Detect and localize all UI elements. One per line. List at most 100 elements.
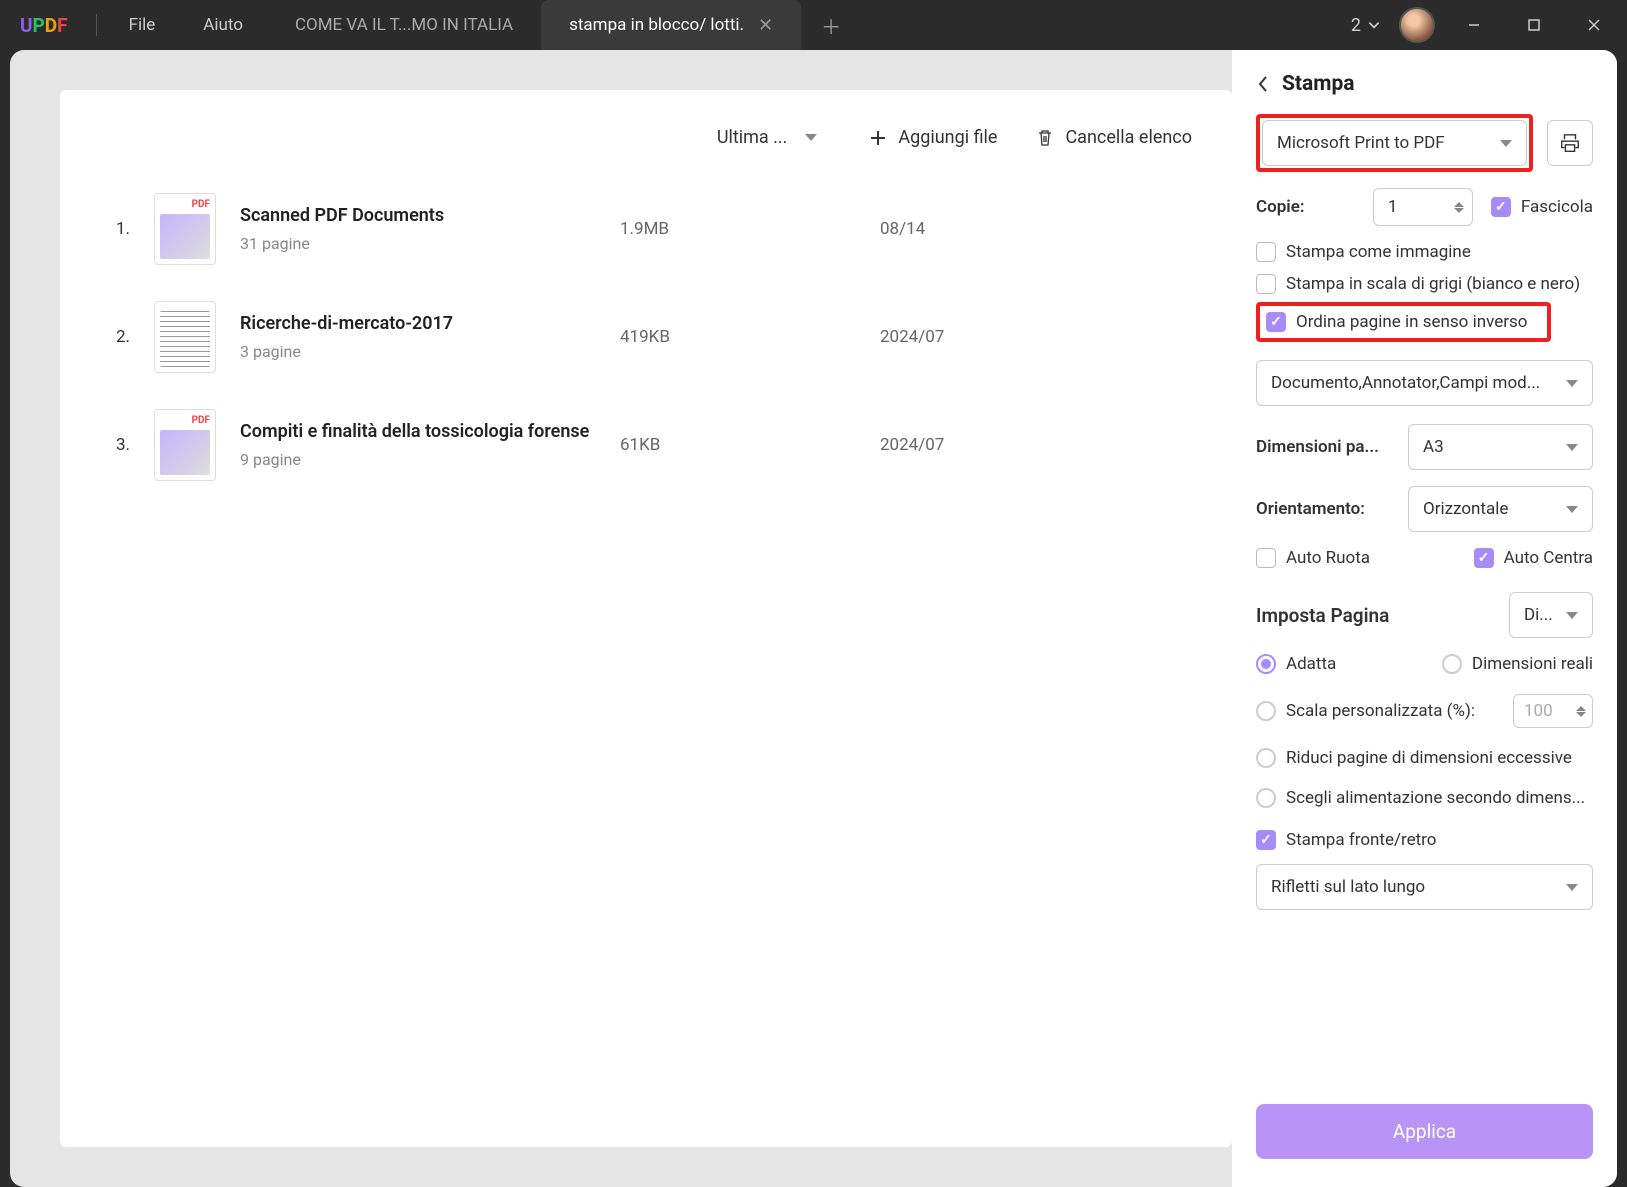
- radio-label: Scala personalizzata (%):: [1286, 701, 1475, 721]
- chevron-down-icon: [1500, 140, 1512, 147]
- chevron-down-icon: [1367, 18, 1381, 32]
- back-icon[interactable]: [1256, 75, 1270, 93]
- scale-input[interactable]: 100: [1513, 694, 1593, 728]
- print-as-image-checkbox[interactable]: Stampa come immagine: [1256, 242, 1593, 262]
- grayscale-checkbox[interactable]: Stampa in scala di grigi (bianco e nero): [1256, 274, 1593, 294]
- titlebar: UPDF File Aiuto COME VA IL T...MO IN ITA…: [0, 0, 1627, 50]
- file-date: 08/14: [880, 219, 925, 239]
- orientation-dropdown[interactable]: Orizzontale: [1408, 486, 1593, 532]
- row-index: 3.: [100, 435, 130, 455]
- tab-inactive[interactable]: COME VA IL T...MO IN ITALIA: [267, 0, 541, 50]
- tab-label: COME VA IL T...MO IN ITALIA: [295, 15, 513, 35]
- radio-label: Riduci pagine di dimensioni eccessive: [1286, 748, 1572, 768]
- radio-actual-size[interactable]: Dimensioni reali: [1442, 654, 1593, 674]
- step-down-icon[interactable]: [1576, 712, 1586, 717]
- scale-value: 100: [1524, 701, 1553, 721]
- minimize-button[interactable]: [1453, 4, 1495, 46]
- paper-value: A3: [1423, 437, 1444, 457]
- list-item[interactable]: 1. Scanned PDF Documents 31 pagine 1.9MB…: [100, 175, 1192, 283]
- open-count[interactable]: 2: [1351, 15, 1381, 36]
- chevron-down-icon: [805, 134, 817, 141]
- divider: [96, 14, 97, 36]
- file-list: 1. Scanned PDF Documents 31 pagine 1.9MB…: [60, 175, 1232, 499]
- chevron-down-icon: [1566, 380, 1578, 387]
- tab-label: stampa in blocco/ lotti.: [569, 15, 744, 35]
- radio-label: Scegli alimentazione secondo dimens...: [1286, 788, 1585, 808]
- radio-label: Adatta: [1286, 654, 1336, 674]
- file-size: 1.9MB: [620, 219, 880, 239]
- step-up-icon[interactable]: [1576, 706, 1586, 711]
- avatar[interactable]: [1399, 7, 1435, 43]
- radio-label: Dimensioni reali: [1472, 654, 1593, 674]
- radio-paper-source[interactable]: Scegli alimentazione secondo dimens...: [1256, 788, 1593, 808]
- copies-label: Copie:: [1256, 197, 1305, 217]
- auto-center-checkbox[interactable]: Auto Centra: [1474, 548, 1593, 568]
- chevron-down-icon: [1566, 506, 1578, 513]
- file-date: 2024/07: [880, 327, 944, 347]
- panel-header: Stampa: [1232, 50, 1617, 114]
- close-button[interactable]: [1573, 4, 1615, 46]
- maximize-button[interactable]: [1513, 4, 1555, 46]
- file-thumbnail: [154, 409, 216, 481]
- clear-list-button[interactable]: Cancella elenco: [1035, 127, 1192, 148]
- reverse-pages-checkbox[interactable]: Ordina pagine in senso inverso: [1266, 312, 1527, 332]
- menu-file[interactable]: File: [105, 15, 180, 35]
- reverse-highlight: Ordina pagine in senso inverso: [1256, 302, 1551, 342]
- file-pages: 9 pagine: [240, 450, 620, 469]
- menu-help[interactable]: Aiuto: [179, 15, 267, 35]
- step-down-icon[interactable]: [1454, 208, 1464, 213]
- file-size: 419KB: [620, 327, 880, 347]
- printer-icon: [1559, 132, 1581, 154]
- collate-checkbox[interactable]: Fascicola: [1491, 197, 1593, 217]
- page-setup-value: Di...: [1524, 605, 1553, 625]
- list-item[interactable]: 3. Compiti e finalità della tossicologia…: [100, 391, 1192, 499]
- file-size: 61KB: [620, 435, 880, 455]
- print-panel: Stampa Microsoft Print to PDF Copie:: [1232, 50, 1617, 1187]
- trash-icon: [1035, 128, 1055, 148]
- checkbox-label: Stampa come immagine: [1286, 242, 1471, 262]
- printer-dropdown[interactable]: Microsoft Print to PDF: [1262, 120, 1527, 166]
- close-icon[interactable]: ✕: [758, 15, 773, 36]
- workspace: Ultima ... Aggiungi file Cancella elenco…: [10, 50, 1617, 1187]
- radio-shrink[interactable]: Riduci pagine di dimensioni eccessive: [1256, 748, 1593, 768]
- row-index: 2.: [100, 327, 130, 347]
- paper-size-dropdown[interactable]: A3: [1408, 424, 1593, 470]
- radio-custom-scale[interactable]: Scala personalizzata (%):: [1256, 701, 1475, 721]
- main-area: Ultima ... Aggiungi file Cancella elenco…: [60, 90, 1232, 1147]
- tab-active[interactable]: stampa in blocco/ lotti. ✕: [541, 0, 801, 50]
- printer-value: Microsoft Print to PDF: [1277, 133, 1445, 153]
- checkbox-label: Stampa in scala di grigi (bianco e nero): [1286, 274, 1580, 294]
- file-date: 2024/07: [880, 435, 944, 455]
- collate-label: Fascicola: [1521, 197, 1593, 217]
- list-item[interactable]: 2. Ricerche-di-mercato-2017 3 pagine 419…: [100, 283, 1192, 391]
- auto-rotate-checkbox[interactable]: Auto Ruota: [1256, 548, 1370, 568]
- flip-value: Rifletti sul lato lungo: [1271, 877, 1425, 897]
- copies-input[interactable]: 1: [1373, 188, 1473, 226]
- file-pages: 3 pagine: [240, 342, 620, 361]
- sort-label: Ultima ...: [717, 127, 788, 148]
- radio-fit[interactable]: Adatta: [1256, 654, 1336, 674]
- print-button[interactable]: [1547, 120, 1593, 166]
- page-setup-dropdown[interactable]: Di...: [1509, 592, 1593, 638]
- checkbox-label: Ordina pagine in senso inverso: [1296, 312, 1527, 332]
- duplex-checkbox[interactable]: Stampa fronte/retro: [1256, 830, 1593, 850]
- page-setup-label: Imposta Pagina: [1256, 604, 1389, 627]
- add-file-label: Aggiungi file: [898, 127, 997, 148]
- new-tab-button[interactable]: ＋: [801, 11, 861, 40]
- add-file-button[interactable]: Aggiungi file: [868, 127, 997, 148]
- content-dropdown[interactable]: Documento,Annotator,Campi mod...: [1256, 360, 1593, 406]
- checkbox-label: Stampa fronte/retro: [1286, 830, 1436, 850]
- file-name: Scanned PDF Documents: [240, 205, 620, 226]
- file-thumbnail: [154, 193, 216, 265]
- step-up-icon[interactable]: [1454, 202, 1464, 207]
- flip-dropdown[interactable]: Rifletti sul lato lungo: [1256, 864, 1593, 910]
- orientation-label: Orientamento:: [1256, 499, 1365, 519]
- file-name: Ricerche-di-mercato-2017: [240, 313, 620, 334]
- content-value: Documento,Annotator,Campi mod...: [1271, 373, 1540, 393]
- chevron-down-icon: [1566, 612, 1578, 619]
- chevron-down-icon: [1566, 884, 1578, 891]
- apply-button[interactable]: Applica: [1256, 1104, 1593, 1159]
- plus-icon: [868, 128, 888, 148]
- list-toolbar: Ultima ... Aggiungi file Cancella elenco: [60, 90, 1232, 175]
- sort-dropdown[interactable]: Ultima ...: [704, 120, 831, 155]
